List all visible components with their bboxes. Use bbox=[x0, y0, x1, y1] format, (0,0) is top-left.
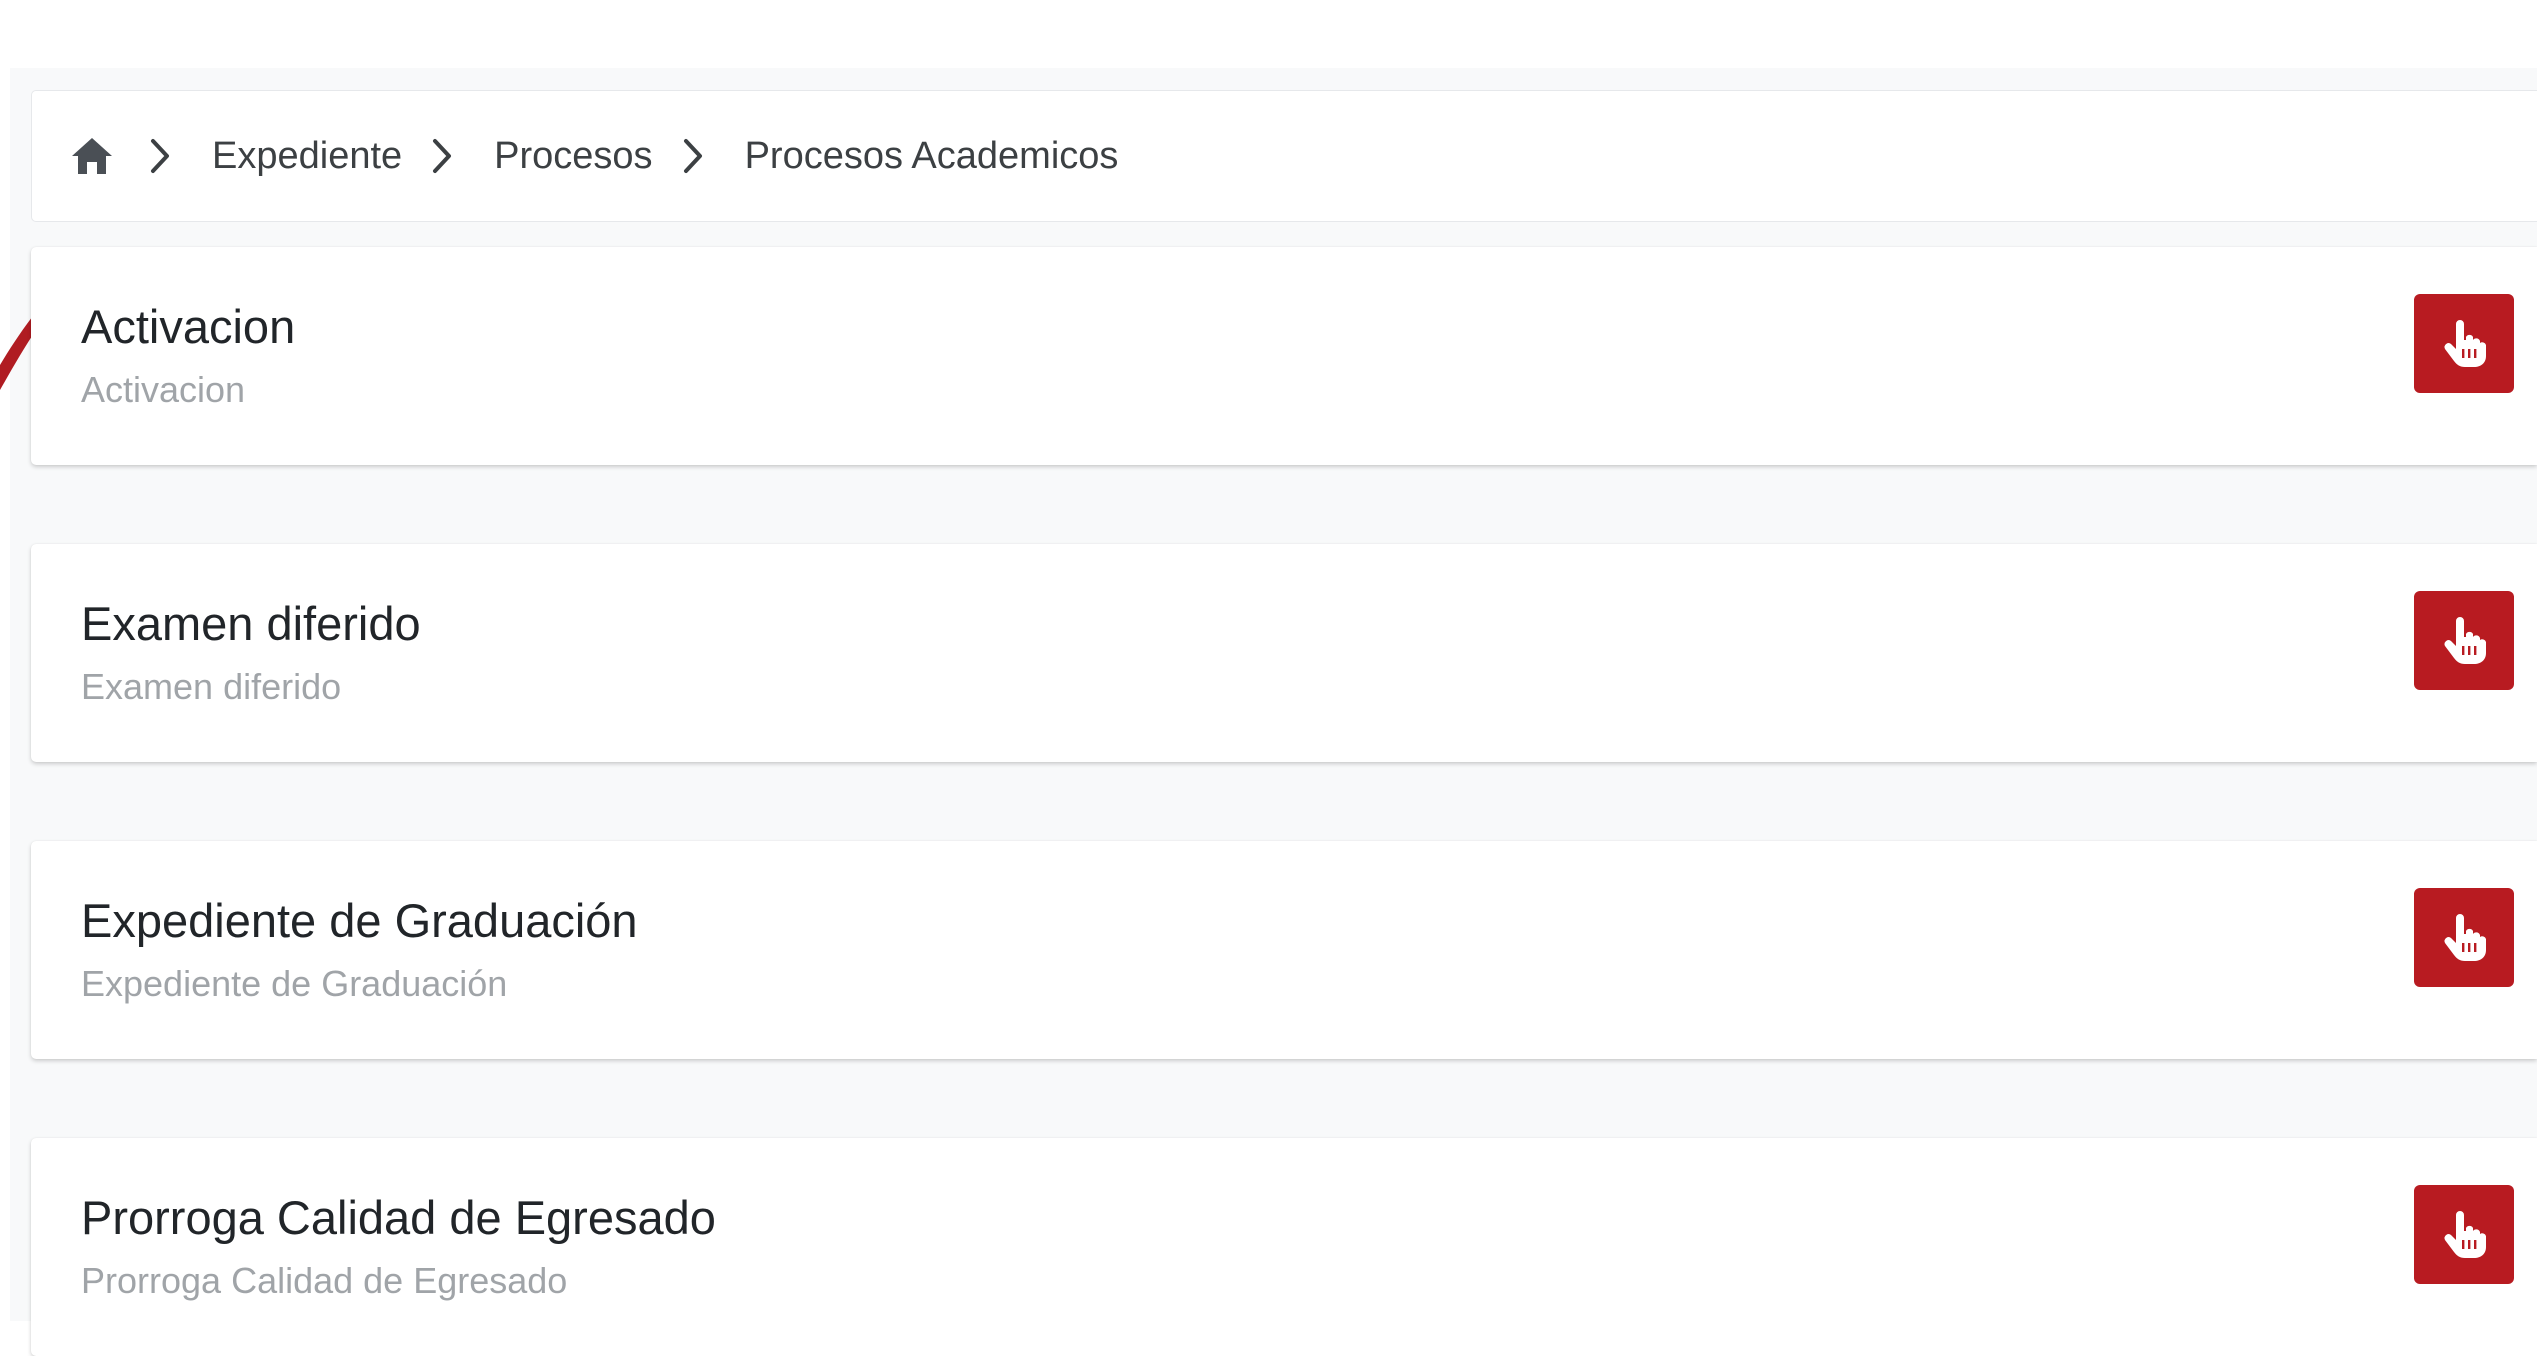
process-subtitle: Expediente de Graduación bbox=[81, 963, 508, 1004]
breadcrumb-procesos[interactable]: Procesos bbox=[494, 135, 652, 178]
hand-pointer-icon bbox=[2444, 1210, 2486, 1258]
process-title: Prorroga Calidad de Egresado bbox=[81, 1191, 716, 1244]
process-title: Examen diferido bbox=[81, 597, 421, 650]
home-icon[interactable] bbox=[70, 134, 114, 178]
breadcrumb-expediente[interactable]: Expediente bbox=[212, 135, 402, 178]
process-card-examen-diferido: Examen diferido Examen diferido bbox=[31, 544, 2537, 762]
chevron-right-icon bbox=[426, 135, 458, 177]
hand-pointer-icon bbox=[2444, 319, 2486, 367]
process-card-prorroga-calidad-egresado: Prorroga Calidad de Egresado Prorroga Ca… bbox=[31, 1138, 2537, 1356]
chevron-right-icon bbox=[677, 135, 709, 177]
process-title: Activacion bbox=[81, 300, 296, 353]
process-subtitle: Prorroga Calidad de Egresado bbox=[81, 1260, 568, 1301]
process-title: Expediente de Graduación bbox=[81, 894, 638, 947]
select-process-button[interactable] bbox=[2414, 294, 2514, 393]
process-subtitle: Examen diferido bbox=[81, 666, 342, 707]
process-card-expediente-graduacion: Expediente de Graduación Expediente de G… bbox=[31, 841, 2537, 1059]
hand-pointer-icon bbox=[2444, 913, 2486, 961]
hand-pointer-icon bbox=[2444, 616, 2486, 664]
select-process-button[interactable] bbox=[2414, 591, 2514, 690]
breadcrumb-current: Procesos Academicos bbox=[744, 134, 1119, 177]
chevron-right-icon bbox=[144, 135, 176, 177]
process-subtitle: Activacion bbox=[81, 369, 246, 410]
breadcrumb: Expediente Procesos Procesos Academicos bbox=[31, 90, 2537, 222]
select-process-button[interactable] bbox=[2414, 888, 2514, 987]
select-process-button[interactable] bbox=[2414, 1185, 2514, 1284]
process-card-activacion: Activacion Activacion bbox=[31, 247, 2537, 465]
